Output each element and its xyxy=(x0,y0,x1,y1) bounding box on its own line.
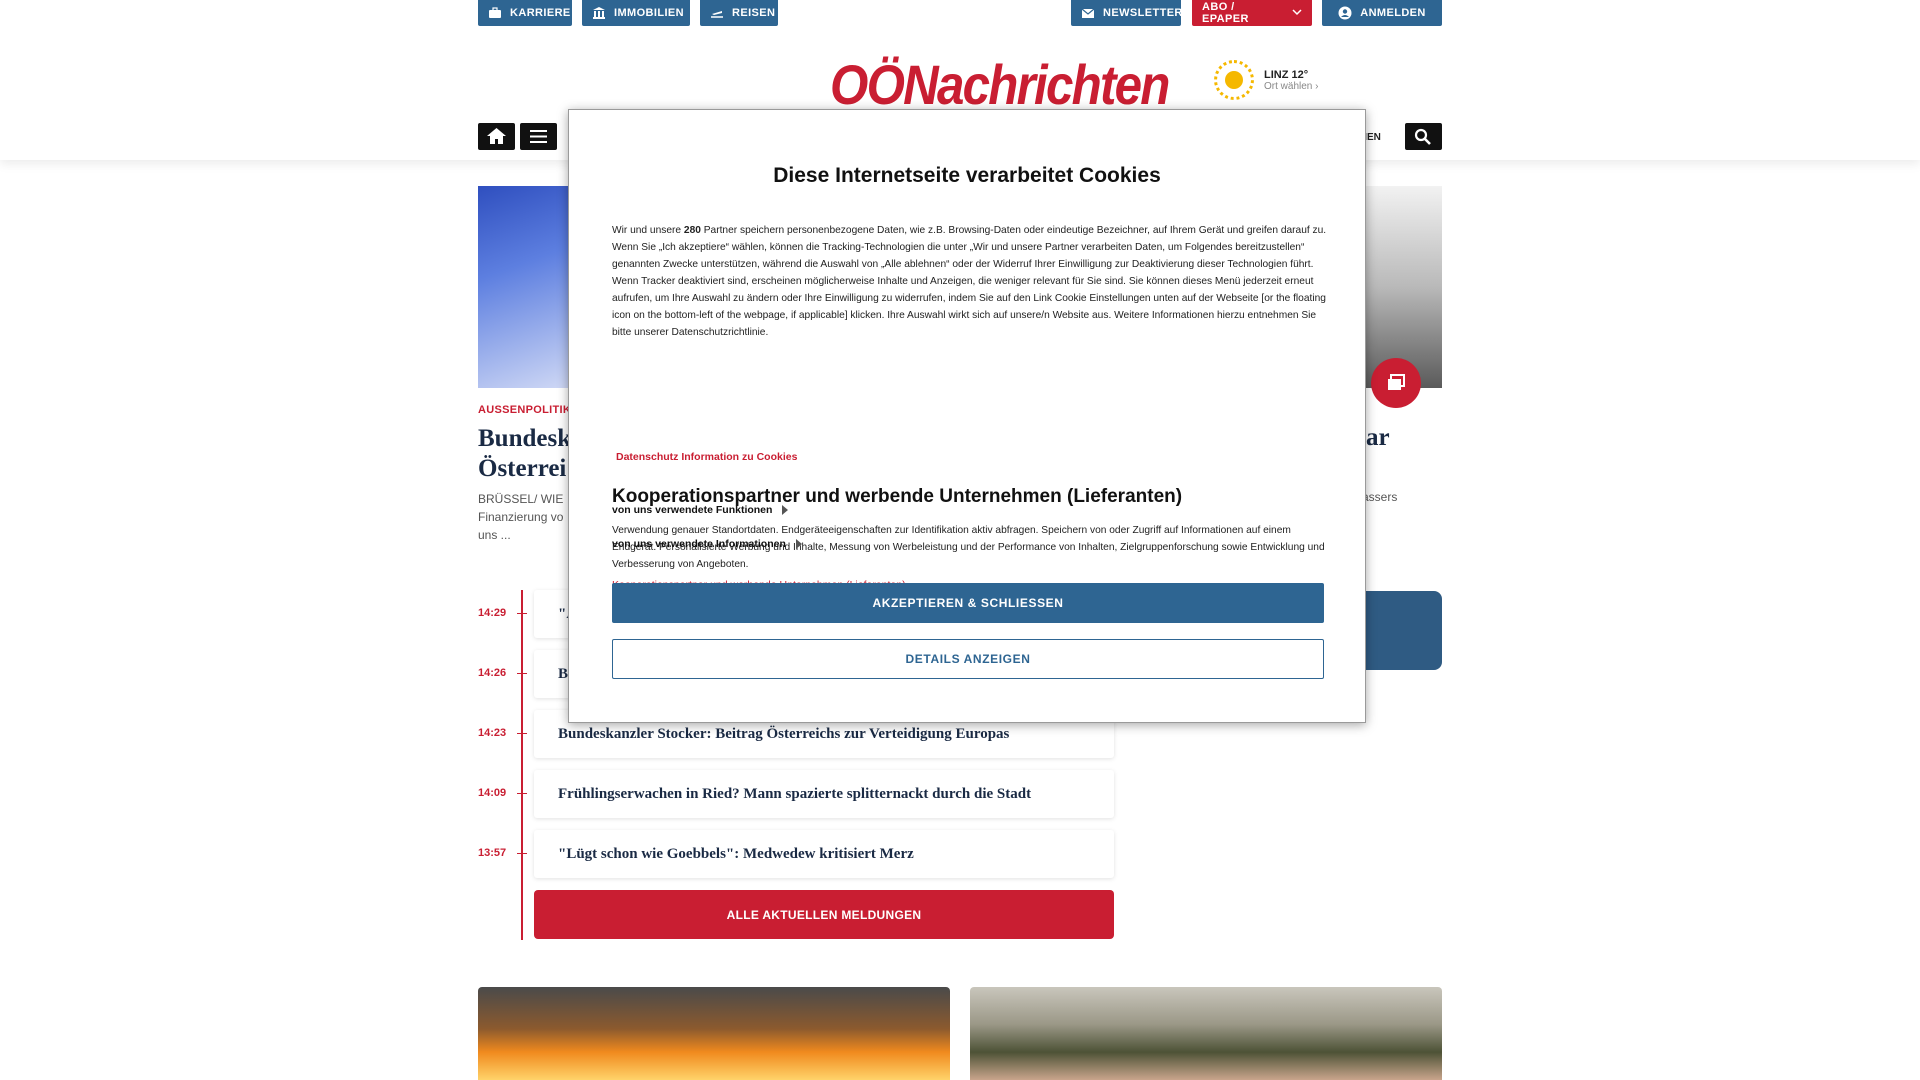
timeline-time: 14:26 xyxy=(478,667,507,679)
information-toggle[interactable]: von uns verwendete Informationen xyxy=(612,538,802,550)
article-headline[interactable]: Bundesk Österrei xyxy=(478,424,570,484)
partner-count: 280 xyxy=(683,225,701,236)
weather-widget[interactable]: LINZ 12° Ort wählen › xyxy=(1214,60,1318,100)
search-icon xyxy=(1414,128,1431,145)
immobilien-button[interactable]: IMMOBILIEN xyxy=(582,0,690,26)
timeline-item[interactable]: 13:57 "Lügt schon wie Goebbels": Medwede… xyxy=(478,830,1114,878)
article-image-left[interactable] xyxy=(478,186,570,388)
article-teaser-right: assers xyxy=(1362,490,1398,504)
article-image-soldiers[interactable] xyxy=(970,987,1442,1080)
immobilien-label: IMMOBILIEN xyxy=(614,7,684,19)
cookie-dialog-text: Wir und unsere 280 Partner speichern per… xyxy=(612,225,1327,338)
gallery-button[interactable] xyxy=(1371,358,1421,408)
section-label[interactable]: AUSSENPOLITIK xyxy=(478,404,571,416)
hamburger-icon xyxy=(530,130,547,143)
abo-epaper-dropdown[interactable]: ABO / EPAPER xyxy=(1192,0,1312,26)
mail-icon xyxy=(1081,6,1095,20)
caret-right-icon xyxy=(782,505,789,515)
reisen-label: REISEN xyxy=(732,7,776,19)
login-button[interactable]: ANMELDEN xyxy=(1322,0,1442,26)
newsletter-button[interactable]: NEWSLETTER xyxy=(1071,0,1183,26)
reisen-button[interactable]: REISEN xyxy=(700,0,778,26)
abo-label: ABO / EPAPER xyxy=(1202,1,1249,25)
karriere-label: KARRIERE xyxy=(510,7,571,19)
article-headline-right[interactable]: ar xyxy=(1366,424,1390,452)
timeline-item[interactable]: 14:09 Frühlingserwachen in Ried? Mann sp… xyxy=(478,770,1114,818)
briefcase-icon xyxy=(488,6,502,20)
weather-city: LINZ 12° xyxy=(1264,68,1309,81)
login-label: ANMELDEN xyxy=(1360,7,1426,19)
chevron-down-icon xyxy=(1292,8,1302,19)
airplane-icon xyxy=(710,6,724,20)
privacy-info-link[interactable]: Datenschutz Information zu Cookies xyxy=(616,451,797,463)
functions-toggle[interactable]: von uns verwendete Funktionen xyxy=(612,504,789,516)
newsletter-label: NEWSLETTER xyxy=(1103,7,1183,19)
karriere-button[interactable]: KARRIERE xyxy=(478,0,572,26)
timeline-line xyxy=(521,590,523,940)
cookie-consent-dialog: Diese Internetseite verarbeitet Cookies … xyxy=(568,109,1366,723)
home-button[interactable] xyxy=(478,123,515,150)
bank-icon xyxy=(592,6,606,20)
article-image-fire[interactable] xyxy=(478,987,950,1080)
home-icon xyxy=(487,128,506,144)
site-logo[interactable]: OÖNachrichten xyxy=(830,52,1170,117)
timeline-card[interactable]: Frühlingserwachen in Ried? Mann spaziert… xyxy=(534,770,1114,818)
show-details-button[interactable]: DETAILS ANZEIGEN xyxy=(612,639,1324,679)
article-teaser: BRÜSSEL/ WIE Finanzierung vo uns ... xyxy=(478,492,564,542)
timeline-time: 14:23 xyxy=(478,727,507,739)
all-news-button[interactable]: ALLE AKTUELLEN MELDUNGEN xyxy=(534,890,1114,939)
menu-button[interactable] xyxy=(520,123,557,150)
weather-choose-location[interactable]: Ort wählen › xyxy=(1264,81,1318,92)
timeline-time: 14:29 xyxy=(478,607,507,619)
timeline-time: 14:09 xyxy=(478,787,507,799)
cookie-dialog-title: Diese Internetseite verarbeitet Cookies xyxy=(773,164,1161,187)
utility-bar: KARRIERE IMMOBILIEN REISEN NEWSLETTER AB… xyxy=(478,0,1442,26)
caret-right-icon xyxy=(795,539,802,549)
sun-icon xyxy=(1214,60,1254,100)
search-button[interactable] xyxy=(1405,123,1442,150)
timeline-card[interactable]: "Lügt schon wie Goebbels": Medwedew krit… xyxy=(534,830,1114,878)
timeline-time: 13:57 xyxy=(478,847,507,859)
gallery-icon xyxy=(1388,374,1405,390)
accept-close-button[interactable]: AKZEPTIEREN & SCHLIESSEN xyxy=(612,583,1324,623)
user-icon xyxy=(1338,6,1352,20)
